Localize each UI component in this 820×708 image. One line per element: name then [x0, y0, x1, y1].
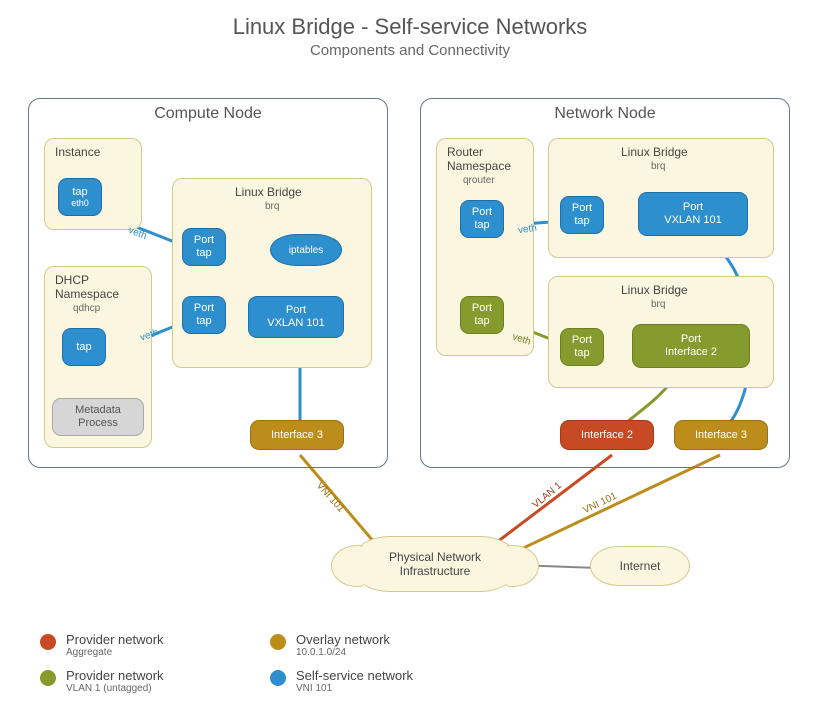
legend-dot-red	[40, 634, 56, 650]
physical-infra-cloud: Physical Network Infrastructure	[350, 536, 520, 592]
diagram-title: Linux Bridge - Self-service Networks	[0, 0, 820, 40]
internet-cloud: Internet	[590, 546, 690, 586]
network-bridge1-sub: brq	[651, 161, 665, 172]
legend-selfservice: Self-service networkVNI 101	[270, 668, 490, 694]
network-bridge2-sub: brq	[651, 299, 665, 310]
legend-dot-brown	[270, 634, 286, 650]
legend-dot-blue	[270, 670, 286, 686]
compute-port-tap1: Port tap	[182, 228, 226, 266]
legend-overlay: Overlay network10.0.1.0/24	[270, 632, 490, 658]
network-interface3: Interface 3	[674, 420, 768, 450]
network-bridge1-vxlan: Port VXLAN 101	[638, 192, 748, 236]
network-node-title: Network Node	[421, 105, 789, 123]
router-port-tap: Port tap	[460, 200, 504, 238]
vni101-left: VNI 101	[314, 480, 346, 514]
compute-port-tap2: Port tap	[182, 296, 226, 334]
network-bridge2-label: Linux Bridge	[621, 283, 688, 297]
compute-node-title: Compute Node	[29, 105, 387, 123]
legend: Provider networkAggregate Overlay networ…	[40, 632, 490, 694]
dhcp-sub: qdhcp	[73, 303, 100, 314]
legend-provider-aggregate: Provider networkAggregate	[40, 632, 240, 658]
diagram-subtitle: Components and Connectivity	[0, 42, 820, 59]
dhcp-label2: Namespace	[55, 287, 119, 301]
compute-vxlan: Port VXLAN 101	[248, 296, 344, 338]
router-sub: qrouter	[463, 175, 495, 186]
vlan1: VLAN 1	[530, 480, 563, 511]
compute-interface3: Interface 3	[250, 420, 344, 450]
dhcp-label1: DHCP	[55, 273, 89, 287]
iptables-cloud: iptables	[270, 234, 342, 266]
vni101-right: VNI 101	[581, 491, 618, 517]
metadata-process: Metadata Process	[52, 398, 144, 436]
legend-provider-vlan: Provider networkVLAN 1 (untagged)	[40, 668, 240, 694]
legend-dot-green	[40, 670, 56, 686]
router-label1: Router	[447, 145, 483, 159]
compute-bridge-sub: brq	[265, 201, 279, 212]
compute-bridge-label: Linux Bridge	[235, 185, 302, 199]
router-label2: Namespace	[447, 159, 511, 173]
network-bridge2-port-iface2: Port Interface 2	[632, 324, 750, 368]
network-interface2: Interface 2	[560, 420, 654, 450]
network-bridge2-port-tap: Port tap	[560, 328, 604, 366]
network-bridge1-port-tap: Port tap	[560, 196, 604, 234]
instance-tap: tapeth0	[58, 178, 102, 216]
router-port-tap2: Port tap	[460, 296, 504, 334]
dhcp-tap: tap	[62, 328, 106, 366]
network-bridge1-label: Linux Bridge	[621, 145, 688, 159]
compute-bridge-box: Linux Bridge brq	[172, 178, 372, 368]
instance-label: Instance	[55, 145, 100, 159]
